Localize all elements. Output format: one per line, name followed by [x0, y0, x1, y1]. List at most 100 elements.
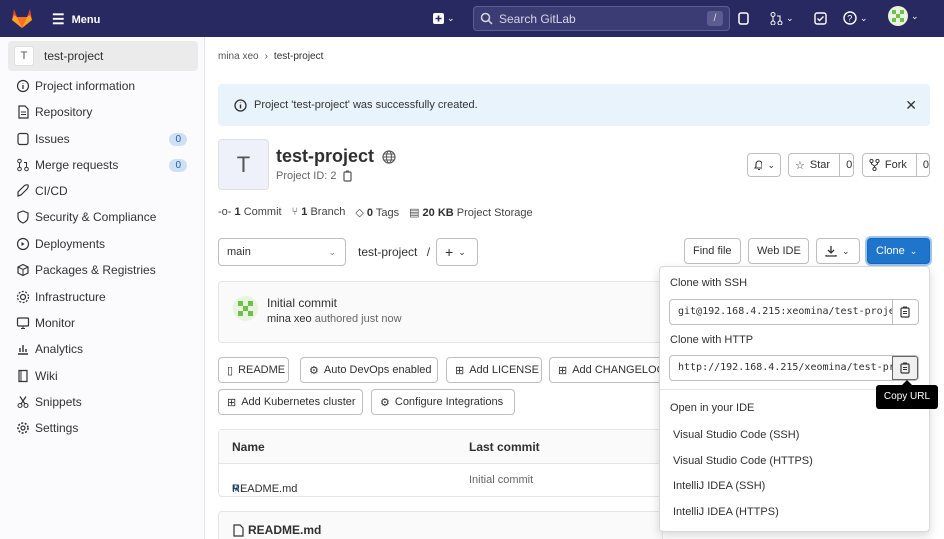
create-new-button[interactable]: ⌄: [433, 10, 455, 26]
quick-action-add-license[interactable]: ⊞ Add LICENSE: [446, 357, 542, 383]
menu-button[interactable]: ☰ Menu: [52, 11, 100, 28]
quick-action-auto-devops-enabled[interactable]: ⚙ Auto DevOps enabled: [300, 357, 438, 383]
chart-icon: [18, 345, 28, 355]
sidebar-project-header[interactable]: T test-project: [8, 41, 198, 71]
package-icon: [17, 263, 29, 277]
clone-ssh-field[interactable]: git@192.168.4.215:xeomina/test-project.g…: [669, 299, 919, 325]
sidebar-item-analytics[interactable]: Analytics: [16, 338, 191, 360]
sidebar-item-deployments[interactable]: Deployments: [16, 233, 191, 255]
sidebar-item-wiki[interactable]: Wiki: [16, 365, 191, 387]
shield-icon: [17, 210, 29, 224]
close-icon[interactable]: ✕: [905, 97, 917, 114]
commit-author[interactable]: mina xeo: [267, 313, 312, 325]
monitor-icon: [16, 317, 30, 329]
chevron-down-icon: ⌄: [860, 12, 868, 23]
sidebar-item-label: Deployments: [35, 237, 106, 251]
add-file-dropdown[interactable]: + ⌄: [436, 238, 478, 266]
sidebar-item-issues[interactable]: Issues 0: [16, 128, 191, 150]
top-navbar: ☰ Menu ⌄ Search GitLab / ⌄ ? ⌄ ⌄: [0, 0, 944, 37]
clone-button[interactable]: Clone ⌄: [867, 238, 930, 264]
project-stats: -o- 1 Commit ⑂ 1 Branch ◇ 0 Tags ▤ 20 KB…: [218, 206, 533, 219]
tags-stat[interactable]: ◇ 0 Tags: [355, 206, 399, 219]
quick-action-add-kubernetes-cluster[interactable]: ⊞ Add Kubernetes cluster: [218, 389, 363, 415]
scissors-icon: [17, 396, 29, 408]
sidebar-item-settings[interactable]: Settings: [16, 417, 191, 439]
sidebar-item-repository[interactable]: Repository: [16, 101, 191, 123]
merge-requests-nav-button[interactable]: ⌄: [770, 10, 794, 26]
quick-action-label: README: [238, 364, 286, 376]
issues-nav-button[interactable]: [738, 10, 750, 26]
copy-icon[interactable]: [342, 170, 354, 182]
chevron-down-icon: ⌄: [786, 12, 794, 23]
help-icon: ?: [843, 11, 857, 25]
chevron-right-icon: ›: [264, 51, 268, 62]
clone-http-field[interactable]: http://192.168.4.215/xeomina/test-projec…: [669, 355, 919, 381]
sidebar-item-label: Snippets: [35, 395, 82, 409]
storage-stat: ▤ 20 KB Project Storage: [409, 207, 533, 219]
file-table: Name Last commit M↓ README.md Initial co…: [218, 429, 663, 497]
sidebar-item-snippets[interactable]: Snippets: [16, 391, 191, 413]
issues-icon: [738, 11, 749, 25]
table-row[interactable]: M↓ README.md Initial commit: [219, 464, 662, 497]
clone-label: Clone: [876, 245, 905, 257]
book-icon: [18, 369, 28, 383]
copy-http-button[interactable]: [892, 356, 918, 380]
tag-icon: ◇: [355, 207, 364, 219]
breadcrumb-project[interactable]: test-project: [274, 51, 323, 62]
quick-action-label: Add LICENSE: [469, 364, 539, 376]
copy-ssh-button[interactable]: [892, 300, 918, 324]
branch-select[interactable]: main ⌄: [218, 238, 346, 266]
sidebar-item-ci-cd[interactable]: CI/CD: [16, 180, 191, 202]
commits-stat[interactable]: -o- 1 Commit: [218, 206, 282, 219]
sidebar-item-monitor[interactable]: Monitor: [16, 312, 191, 334]
count-badge: 0: [169, 158, 187, 172]
search-icon: [480, 12, 493, 25]
sidebar-item-infrastructure[interactable]: Infrastructure: [16, 286, 191, 308]
sidebar-item-packages-registries[interactable]: Packages & Registries: [16, 259, 191, 281]
sidebar-item-security-compliance[interactable]: Security & Compliance: [16, 206, 191, 228]
ide-option-vscode-ssh[interactable]: Visual Studio Code (SSH): [673, 429, 799, 441]
todos-nav-button[interactable]: [814, 10, 827, 26]
gitlab-logo-icon[interactable]: [10, 7, 34, 29]
file-name[interactable]: README.md: [232, 483, 297, 495]
clone-http-url[interactable]: http://192.168.4.215/xeomina/test-projec…: [670, 356, 892, 380]
storage-icon: ▤: [409, 207, 420, 219]
ide-option-vscode-https[interactable]: Visual Studio Code (HTTPS): [673, 455, 813, 467]
repo-path-name[interactable]: test-project: [358, 245, 417, 259]
branches-stat[interactable]: ⑂ 1 Branch: [292, 206, 346, 219]
quick-action-add-changelog[interactable]: ⊞ Add CHANGELOG: [549, 357, 663, 383]
breadcrumb-owner[interactable]: mina xeo: [218, 51, 259, 62]
success-alert: Project 'test-project' was successfully …: [218, 84, 930, 126]
plus-icon: +: [445, 244, 454, 260]
ide-option-intellij-https[interactable]: IntelliJ IDEA (HTTPS): [673, 506, 779, 518]
readme-title: README.md: [248, 523, 322, 537]
help-button[interactable]: ? ⌄: [843, 10, 868, 26]
web-ide-button[interactable]: Web IDE: [748, 238, 809, 264]
quick-action-label: Configure Integrations: [394, 396, 504, 408]
download-dropdown[interactable]: ⌄: [816, 238, 860, 264]
plus-square-icon: [433, 12, 444, 24]
user-menu-button[interactable]: ⌄: [888, 6, 919, 26]
commit-title[interactable]: Initial commit: [267, 296, 337, 310]
copy-icon: [900, 306, 910, 318]
open-in-ide-label: Open in your IDE: [670, 402, 755, 414]
deployments-icon: [16, 237, 30, 251]
sidebar-item-project-information[interactable]: Project information: [16, 75, 191, 97]
chevron-down-icon: ⌄: [909, 245, 918, 256]
issues-icon: [17, 132, 29, 146]
file-last-commit[interactable]: Initial commit: [469, 474, 533, 486]
chevron-down-icon: ⌄: [447, 12, 455, 23]
ide-option-intellij-ssh[interactable]: IntelliJ IDEA (SSH): [673, 480, 765, 492]
star-button[interactable]: ☆ Star 0: [788, 153, 854, 177]
commit-time: authored just now: [314, 313, 402, 325]
find-file-button[interactable]: Find file: [684, 238, 741, 264]
fork-button[interactable]: Fork 0: [862, 153, 930, 177]
sidebar-item-merge-requests[interactable]: Merge requests 0: [16, 154, 191, 176]
quick-action-readme[interactable]: ▯ README: [218, 357, 289, 383]
todo-check-icon: [814, 11, 827, 25]
search-input[interactable]: Search GitLab /: [473, 6, 730, 31]
clone-ssh-url[interactable]: git@192.168.4.215:xeomina/test-project.g…: [670, 300, 892, 324]
table-header: Name Last commit: [219, 430, 662, 464]
quick-action-configure-integrations[interactable]: ⚙ Configure Integrations: [371, 389, 515, 415]
notification-button[interactable]: ⌄: [747, 153, 781, 177]
